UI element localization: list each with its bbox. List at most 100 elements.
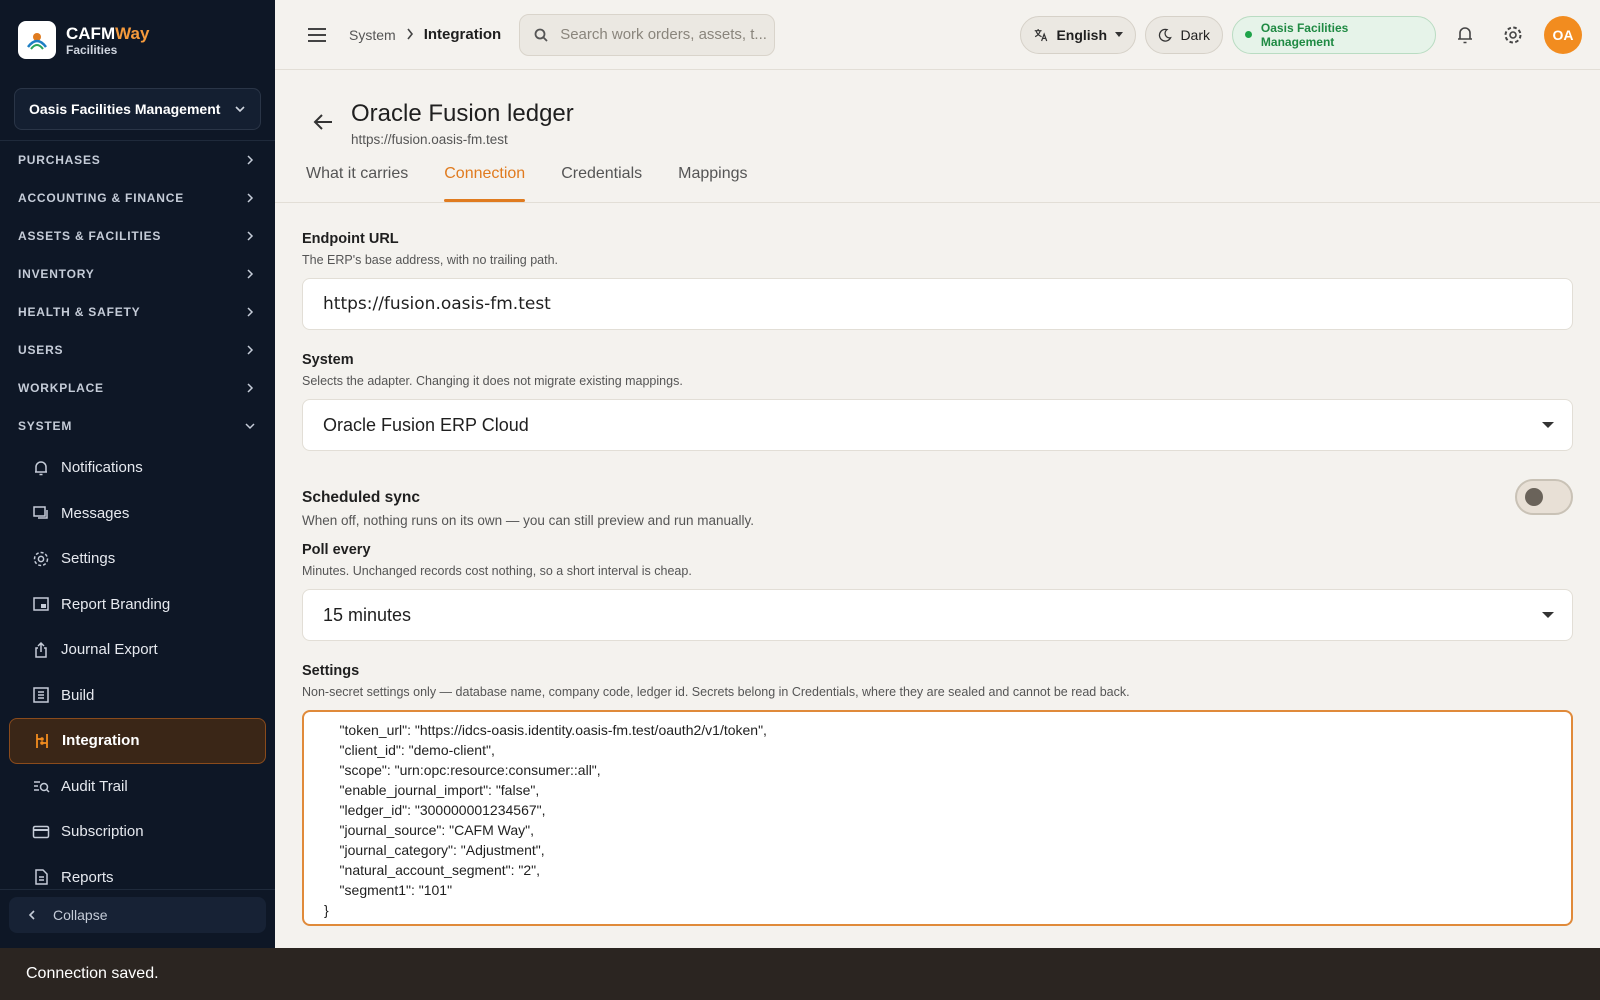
endpoint-help: The ERP's base address, with no trailing… [302,253,558,267]
sidebar-item-subscription[interactable]: Subscription [9,809,266,855]
section-label: INVENTORY [18,267,95,281]
sidebar-item-label: Journal Export [61,641,158,659]
tab-credentials[interactable]: Credentials [561,162,642,202]
chevron-left-icon [28,910,35,920]
section-label: HEALTH & SAFETY [18,305,141,319]
search-icon [534,28,548,42]
chevron-right-icon [247,345,254,355]
chevron-right-icon [247,383,254,393]
page-header: Oracle Fusion ledger https://fusion.oasi… [275,70,1600,203]
poll-label: Poll every [302,542,371,558]
sidebar-nav: Notifications Messages Settings Report B… [0,445,275,900]
section-workplace[interactable]: WORKPLACE [0,369,275,407]
moon-icon [1158,28,1172,42]
search-placeholder: Search work orders, assets, t... [560,26,767,43]
org-status-badge[interactable]: Oasis Facilities Management [1232,15,1436,54]
section-users[interactable]: USERS [0,331,275,369]
collapse-label: Collapse [53,907,108,923]
avatar[interactable]: OA [1544,16,1582,54]
chevron-down-icon [235,106,245,113]
settings-gear-icon[interactable] [1502,24,1524,51]
system-group: System Selects the adapter. Changing it … [302,352,1573,451]
collapse-button[interactable]: Collapse [9,897,266,933]
org-selector-label: Oasis Facilities Management [29,101,221,117]
language-selector[interactable]: English [1020,15,1136,54]
chevron-down-icon [245,423,255,430]
endpoint-url-input[interactable]: https://fusion.oasis-fm.test [302,278,1573,330]
tab-bar: What it carries Connection Credentials M… [306,162,784,202]
section-purchases[interactable]: PURCHASES [0,141,275,179]
brand-subtitle: Facilities [66,42,118,57]
toast-notification: Connection saved. [0,948,1600,1000]
endpoint-label: Endpoint URL [302,231,399,247]
sidebar-sections: PURCHASES ACCOUNTING & FINANCE ASSETS & … [0,141,275,445]
menu-icon[interactable] [305,23,329,47]
toast-message: Connection saved. [26,965,159,982]
poll-group: Poll every Minutes. Unchanged records co… [302,542,1573,641]
section-label: USERS [18,343,64,357]
translate-icon [1034,28,1048,41]
theme-toggle[interactable]: Dark [1145,15,1223,54]
page-title: Oracle Fusion ledger [351,100,574,127]
sidebar-item-build[interactable]: Build [9,673,266,719]
endpoint-url-value: https://fusion.oasis-fm.test [323,294,551,314]
tab-connection[interactable]: Connection [444,162,525,202]
search-input[interactable]: Search work orders, assets, t... [519,13,776,56]
notifications-bell-icon[interactable] [1455,24,1475,51]
settings-json-textarea[interactable]: "token_url": "https://idcs-oasis.identit… [302,710,1573,926]
collapse-divider [0,889,275,890]
scheduled-sync-toggle[interactable] [1515,479,1573,515]
chevron-right-icon [247,231,254,241]
sidebar-item-report-branding[interactable]: Report Branding [9,582,266,628]
breadcrumb-current: Integration [423,26,502,43]
settings-group: Settings Non-secret settings only — data… [302,663,1573,926]
chevron-right-icon [247,193,254,203]
gear-icon [31,549,51,569]
connection-form: Endpoint URL The ERP's base address, wit… [302,203,1573,926]
section-system[interactable]: SYSTEM [0,407,275,445]
system-label: System [302,352,354,368]
section-accounting-finance[interactable]: ACCOUNTING & FINANCE [0,179,275,217]
poll-interval-select[interactable]: 15 minutes [302,589,1573,641]
system-select[interactable]: Oracle Fusion ERP Cloud [302,399,1573,451]
poll-help: Minutes. Unchanged records cost nothing,… [302,564,692,578]
chevron-right-icon [247,269,254,279]
sidebar-item-label: Notifications [61,459,143,477]
status-dot-icon [1245,31,1252,38]
section-health-safety[interactable]: HEALTH & SAFETY [0,293,275,331]
chat-icon [31,503,51,523]
settings-help: Non-secret settings only — database name… [302,685,1130,699]
tab-mappings[interactable]: Mappings [678,162,747,202]
branding-icon [31,594,51,614]
tab-what-it-carries[interactable]: What it carries [306,162,408,202]
build-icon [31,685,51,705]
brand[interactable]: CAFMWay Facilities [0,0,275,80]
sidebar-item-integration[interactable]: Integration [9,718,266,764]
org-badge-label: Oasis Facilities Management [1260,20,1349,49]
sidebar-item-reports[interactable]: Reports [9,855,266,901]
card-icon [31,822,51,842]
sidebar-item-settings[interactable]: Settings [9,536,266,582]
language-label: English [1056,26,1107,43]
org-selector[interactable]: Oasis Facilities Management [14,88,261,130]
breadcrumb-item[interactable]: System [349,27,396,43]
sidebar-item-label: Messages [61,504,130,522]
section-inventory[interactable]: INVENTORY [0,255,275,293]
topbar: System Integration Search work orders, a… [275,0,1600,70]
section-assets-facilities[interactable]: ASSETS & FACILITIES [0,217,275,255]
endpoint-group: Endpoint URL The ERP's base address, wit… [302,231,1573,330]
chevron-right-icon [406,27,414,43]
sidebar-item-journal-export[interactable]: Journal Export [9,627,266,673]
sidebar-item-audit-trail[interactable]: Audit Trail [9,764,266,810]
integration-icon [32,731,52,751]
sidebar-item-messages[interactable]: Messages [9,491,266,537]
sync-label: Scheduled sync [302,489,421,506]
brand-logo-icon [18,21,56,59]
section-label: WORKPLACE [18,381,104,395]
bell-icon [31,458,51,478]
back-arrow-icon[interactable] [312,112,334,137]
sidebar-item-notifications[interactable]: Notifications [9,445,266,491]
sidebar: CAFMWay Facilities Oasis Facilities Mana… [0,0,275,948]
settings-label: Settings [302,663,360,679]
breadcrumb: System Integration [349,26,501,43]
